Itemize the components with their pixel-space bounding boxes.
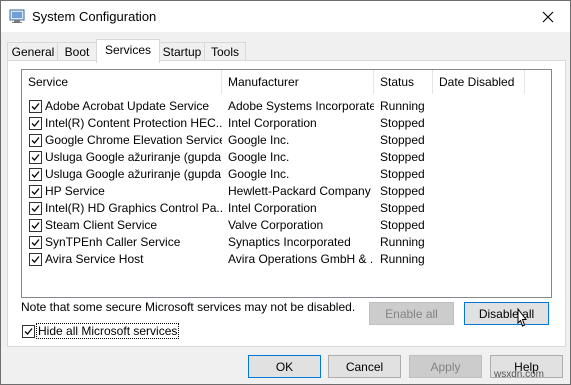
service-checkbox[interactable] bbox=[29, 100, 42, 113]
checkmark-icon bbox=[31, 120, 40, 127]
tab-tools[interactable]: Tools bbox=[204, 42, 246, 62]
service-manufacturer: Intel Corporation bbox=[228, 201, 317, 215]
column-header-date-disabled[interactable]: Date Disabled bbox=[433, 70, 525, 94]
checkmark-icon bbox=[31, 239, 40, 246]
service-checkbox[interactable] bbox=[29, 236, 42, 249]
column-header-service[interactable]: Service bbox=[22, 70, 222, 94]
column-header-status[interactable]: Status bbox=[374, 70, 433, 94]
service-checkbox[interactable] bbox=[29, 151, 42, 164]
service-checkbox[interactable] bbox=[29, 202, 42, 215]
service-status: Stopped bbox=[380, 116, 425, 130]
service-checkbox[interactable] bbox=[29, 219, 42, 232]
service-checkbox[interactable] bbox=[29, 253, 42, 266]
checkmark-icon bbox=[31, 222, 40, 229]
service-name: Intel(R) HD Graphics Control Pa... bbox=[45, 201, 222, 215]
service-manufacturer: Adobe Systems Incorporated bbox=[228, 99, 374, 113]
list-header: Service Manufacturer Status Date Disable… bbox=[22, 70, 551, 94]
service-name: HP Service bbox=[45, 184, 105, 198]
service-checkbox[interactable] bbox=[29, 185, 42, 198]
service-status: Running bbox=[380, 252, 425, 266]
system-configuration-window: System Configuration General Boot Servic… bbox=[0, 0, 571, 385]
checkmark-icon bbox=[31, 171, 40, 178]
table-row[interactable]: Google Chrome Elevation Service Google In… bbox=[22, 132, 551, 149]
table-row[interactable]: Adobe Acrobat Update Service Adobe System… bbox=[22, 98, 551, 115]
tab-services[interactable]: Services bbox=[96, 39, 160, 63]
checkmark-icon bbox=[31, 154, 40, 161]
service-manufacturer: Intel Corporation bbox=[228, 116, 317, 130]
system-config-icon bbox=[9, 8, 25, 24]
service-manufacturer: Google Inc. bbox=[228, 150, 290, 164]
service-status: Stopped bbox=[380, 150, 425, 164]
checkmark-icon bbox=[31, 188, 40, 195]
checkmark-icon bbox=[31, 103, 40, 110]
service-status: Running bbox=[380, 235, 425, 249]
service-checkbox[interactable] bbox=[29, 134, 42, 147]
service-status: Stopped bbox=[380, 167, 425, 181]
service-manufacturer: Synaptics Incorporated bbox=[228, 235, 351, 249]
service-manufacturer: Google Inc. bbox=[228, 133, 290, 147]
service-manufacturer: Avira Operations GmbH & ... bbox=[228, 252, 374, 266]
service-manufacturer: Hewlett-Packard Company bbox=[228, 184, 371, 198]
table-row[interactable]: Intel(R) HD Graphics Control Pa... Intel … bbox=[22, 200, 551, 217]
tab-startup[interactable]: Startup bbox=[158, 42, 206, 62]
column-header-manufacturer[interactable]: Manufacturer bbox=[222, 70, 374, 94]
note-text: Note that some secure Microsoft services… bbox=[21, 300, 356, 314]
service-name: Usluga Google ažuriranje (gupda... bbox=[45, 167, 222, 181]
ok-button[interactable]: OK bbox=[248, 355, 321, 378]
services-panel: Service Manufacturer Status Date Disable… bbox=[7, 60, 566, 347]
service-name: Intel(R) Content Protection HEC... bbox=[45, 116, 222, 130]
mouse-pointer-icon bbox=[514, 307, 528, 332]
service-name: Google Chrome Elevation Service bbox=[45, 133, 222, 147]
checkmark-icon bbox=[24, 328, 33, 335]
service-status: Stopped bbox=[380, 133, 425, 147]
cancel-button[interactable]: Cancel bbox=[328, 355, 401, 378]
service-manufacturer: Google Inc. bbox=[228, 167, 290, 181]
checkmark-icon bbox=[31, 137, 40, 144]
table-row[interactable]: HP Service Hewlett-Packard Company Stopped bbox=[22, 183, 551, 200]
service-manufacturer: Valve Corporation bbox=[228, 218, 324, 232]
disable-all-button[interactable]: Disable all bbox=[464, 302, 549, 325]
service-status: Stopped bbox=[380, 201, 425, 215]
title-bar: System Configuration bbox=[1, 1, 570, 32]
table-row[interactable]: Usluga Google ažuriranje (gupda... Google… bbox=[22, 149, 551, 166]
table-row[interactable]: Intel(R) Content Protection HEC... Intel … bbox=[22, 115, 551, 132]
service-name: Avira Service Host bbox=[45, 252, 144, 266]
service-status: Stopped bbox=[380, 218, 425, 232]
close-icon[interactable] bbox=[526, 1, 570, 32]
apply-button[interactable]: Apply bbox=[409, 355, 482, 378]
enable-all-button[interactable]: Enable all bbox=[369, 302, 454, 325]
table-row[interactable]: Steam Client Service Valve Corporation Sto… bbox=[22, 217, 551, 234]
window-title: System Configuration bbox=[32, 9, 157, 24]
checkmark-icon bbox=[31, 205, 40, 212]
service-name: Usluga Google ažuriranje (gupda... bbox=[45, 150, 222, 164]
service-status: Running bbox=[380, 99, 425, 113]
watermark-text: wsxdn.com bbox=[494, 369, 545, 380]
checkbox[interactable] bbox=[22, 325, 35, 338]
table-row[interactable]: Avira Service Host Avira Operations GmbH … bbox=[22, 251, 551, 268]
service-name: SynTPEnh Caller Service bbox=[45, 235, 181, 249]
services-list[interactable]: Service Manufacturer Status Date Disable… bbox=[21, 69, 552, 298]
service-name: Adobe Acrobat Update Service bbox=[45, 99, 210, 113]
checkmark-icon bbox=[31, 256, 40, 263]
hide-microsoft-services-label: Hide all Microsoft services bbox=[36, 323, 180, 339]
table-row[interactable]: Usluga Google ažuriranje (gupda... Google… bbox=[22, 166, 551, 183]
service-checkbox[interactable] bbox=[29, 117, 42, 130]
service-status: Stopped bbox=[380, 184, 425, 198]
service-name: Steam Client Service bbox=[45, 218, 158, 232]
service-checkbox[interactable] bbox=[29, 168, 42, 181]
tab-boot[interactable]: Boot bbox=[57, 42, 97, 62]
table-row[interactable]: SynTPEnh Caller Service Synaptics Incorpo… bbox=[22, 234, 551, 251]
tab-general[interactable]: General bbox=[7, 42, 59, 62]
